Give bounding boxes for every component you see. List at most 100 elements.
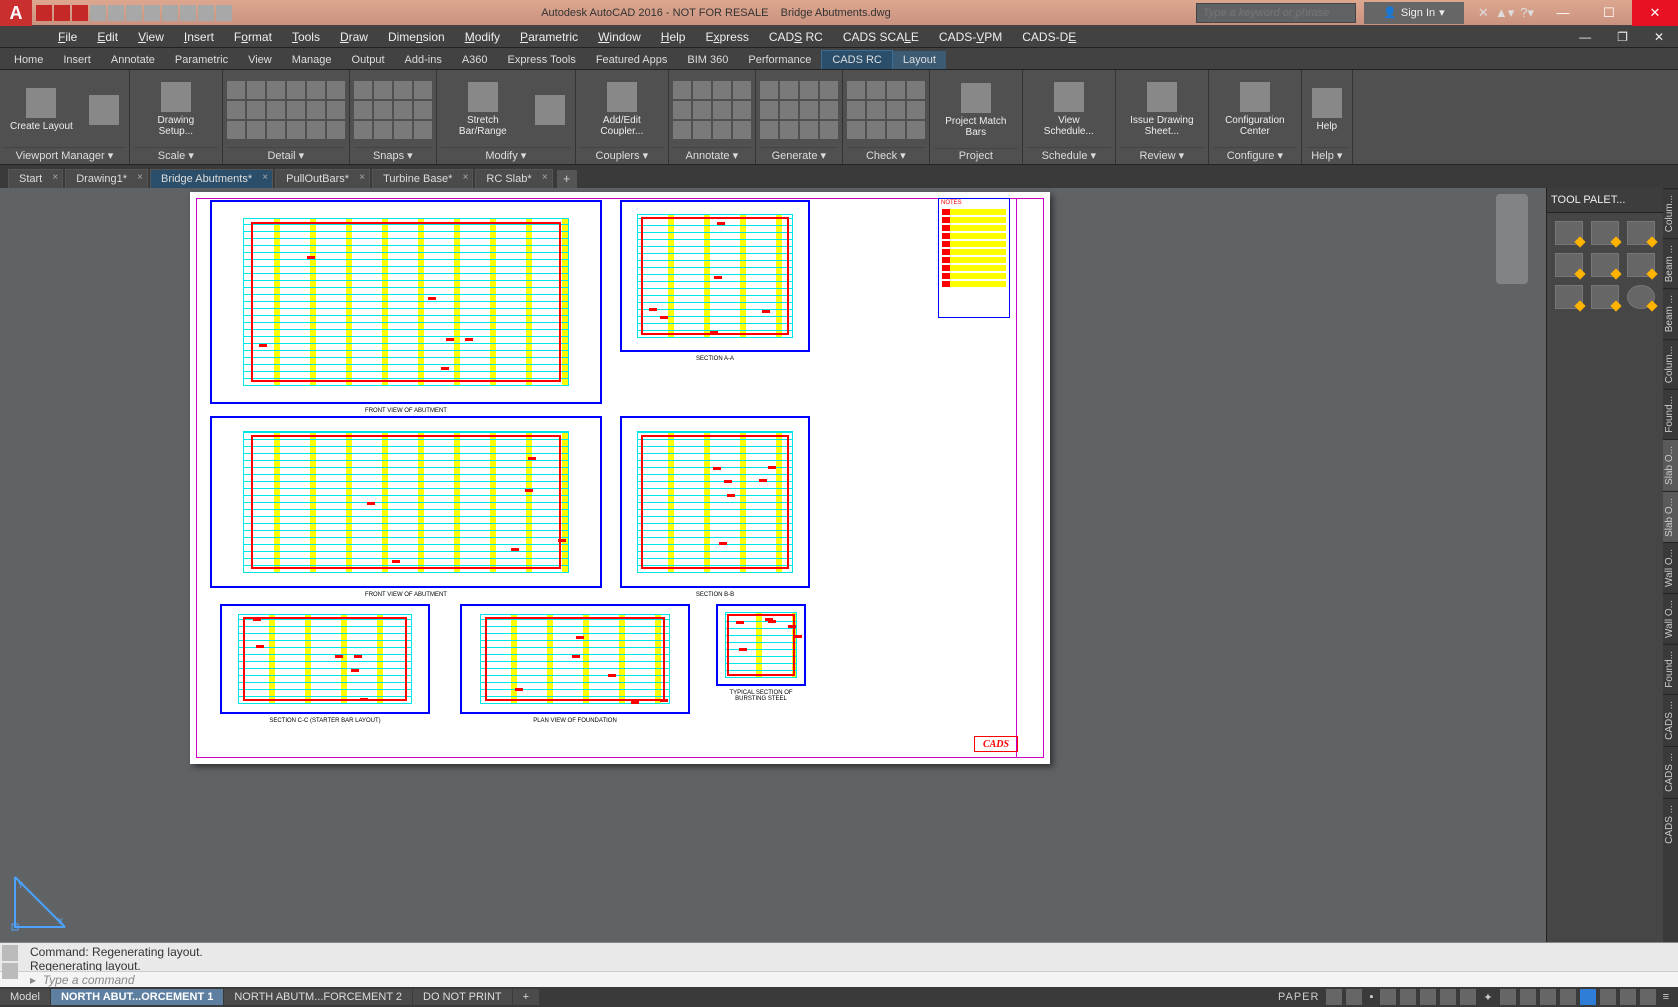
ribbon-small-button[interactable] <box>307 101 325 119</box>
ribbon-small-button[interactable] <box>673 101 691 119</box>
file-tab[interactable]: Bridge Abutments*× <box>150 169 273 188</box>
ribbon-small-button[interactable] <box>354 81 372 99</box>
ribbon-tab[interactable]: Performance <box>738 51 821 69</box>
menu-draw[interactable]: Draw <box>330 30 378 44</box>
ribbon-button[interactable]: Project Match Bars <box>934 81 1018 140</box>
cmd-handle-icon[interactable] <box>2 945 18 961</box>
ribbon-small-button[interactable] <box>354 121 372 139</box>
palette-tab[interactable]: Beam ... <box>1663 238 1678 288</box>
menu-cads-vpm[interactable]: CADS-VPM <box>929 30 1012 44</box>
menu-help[interactable]: Help <box>651 30 696 44</box>
palette-tool[interactable] <box>1591 285 1619 309</box>
layout-tab[interactable]: DO NOT PRINT <box>413 989 512 1005</box>
palette-tab[interactable]: Colum... <box>1663 188 1678 238</box>
ribbon-small-button[interactable] <box>867 121 885 139</box>
qat-save-icon[interactable] <box>144 5 160 21</box>
close-tab-icon[interactable]: × <box>359 172 365 183</box>
ribbon-panel-label[interactable]: Review ▾ <box>1120 147 1204 164</box>
ribbon-panel-label[interactable]: Check ▾ <box>847 147 925 164</box>
palette-tab[interactable]: Slab O... <box>1663 439 1678 491</box>
palette-tab[interactable]: CADS ... <box>1663 694 1678 746</box>
ribbon-small-button[interactable] <box>713 121 731 139</box>
layout-tab[interactable]: Model <box>0 989 50 1005</box>
cmd-config-icon[interactable] <box>2 963 18 979</box>
ribbon-tab[interactable]: Annotate <box>101 51 165 69</box>
ribbon-small-button[interactable] <box>780 81 798 99</box>
ribbon-small-button[interactable] <box>414 121 432 139</box>
ribbon-small-button[interactable] <box>713 81 731 99</box>
status-isoplane-icon[interactable] <box>1620 989 1636 1005</box>
drawing-canvas[interactable]: NOTES CADS FRONT VIEW OF ABUTMENTSECTION… <box>0 188 1608 942</box>
ribbon-small-button[interactable] <box>760 101 778 119</box>
ribbon-small-button[interactable] <box>414 81 432 99</box>
close-button[interactable]: ✕ <box>1632 0 1678 26</box>
status-space[interactable]: PAPER <box>1275 991 1322 1003</box>
ribbon-small-button[interactable] <box>247 121 265 139</box>
ribbon-small-button[interactable] <box>867 81 885 99</box>
exchange-icon[interactable]: ✕ <box>1478 5 1489 21</box>
doc-restore-icon[interactable]: ❐ <box>1607 30 1638 44</box>
ribbon-small-button[interactable] <box>800 81 818 99</box>
ribbon-small-button[interactable] <box>327 121 345 139</box>
ribbon-small-button[interactable] <box>820 121 838 139</box>
ribbon-button[interactable]: Drawing Setup... <box>134 80 218 139</box>
menu-cads-de[interactable]: CADS-DE <box>1012 30 1086 44</box>
palette-tab[interactable]: Wall O... <box>1663 593 1678 644</box>
ribbon-panel-label[interactable]: Couplers ▾ <box>580 147 664 164</box>
ribbon-small-button[interactable] <box>847 121 865 139</box>
ribbon-tab[interactable]: Output <box>342 51 395 69</box>
ribbon-small-button[interactable] <box>887 121 905 139</box>
ribbon-small-button[interactable] <box>307 121 325 139</box>
status-hardware-icon[interactable] <box>1600 989 1616 1005</box>
ribbon-small-button[interactable] <box>267 121 285 139</box>
ribbon-panel-label[interactable]: Annotate ▾ <box>673 147 751 164</box>
ribbon-small-button[interactable] <box>414 101 432 119</box>
autodesk-icon[interactable]: ▲▾ <box>1495 5 1514 21</box>
ribbon-button[interactable]: Issue Drawing Sheet... <box>1120 80 1204 139</box>
ribbon-small-button[interactable] <box>394 101 412 119</box>
ribbon-button[interactable]: Configuration Center <box>1213 80 1297 139</box>
ribbon-panel-label[interactable]: Project <box>934 148 1018 164</box>
ribbon-small-button[interactable] <box>247 101 265 119</box>
menu-dimension[interactable]: Dimension <box>378 30 455 44</box>
status-lock-icon[interactable] <box>1580 989 1596 1005</box>
ribbon-small-button[interactable] <box>907 101 925 119</box>
ribbon-small-button[interactable] <box>693 101 711 119</box>
file-tab[interactable]: Turbine Base*× <box>372 169 473 188</box>
ribbon-tab[interactable]: Parametric <box>165 51 238 69</box>
ribbon-tab[interactable]: Add-ins <box>395 51 452 69</box>
ribbon-tab[interactable]: Insert <box>53 51 101 69</box>
ribbon-tab[interactable]: Featured Apps <box>586 51 678 69</box>
status-menu-icon[interactable]: ≡ <box>1660 991 1672 1003</box>
ribbon-button[interactable]: Stretch Bar/Range <box>441 80 525 139</box>
ribbon-small-button[interactable] <box>287 121 305 139</box>
ribbon-small-button[interactable] <box>267 101 285 119</box>
ribbon-small-button[interactable] <box>847 101 865 119</box>
ribbon-tab[interactable]: View <box>238 51 282 69</box>
ribbon-panel-label[interactable]: Help ▾ <box>1306 147 1348 164</box>
menu-format[interactable]: Format <box>224 30 282 44</box>
maximize-button[interactable]: ☐ <box>1586 0 1632 26</box>
palette-tool[interactable] <box>1591 253 1619 277</box>
ribbon-small-button[interactable] <box>907 121 925 139</box>
menu-modify[interactable]: Modify <box>455 30 510 44</box>
ribbon-small-button[interactable] <box>374 121 392 139</box>
ribbon-small-button[interactable] <box>800 101 818 119</box>
file-tab[interactable]: Drawing1*× <box>65 169 148 188</box>
status-osnap-icon[interactable] <box>1420 989 1436 1005</box>
ribbon-small-button[interactable] <box>287 101 305 119</box>
layout-tab[interactable]: NORTH ABUT...ORCEMENT 1 <box>51 989 223 1005</box>
minimize-button[interactable]: — <box>1540 0 1586 26</box>
menu-cads-scale[interactable]: CADS SCALE <box>833 30 929 44</box>
qat-icon[interactable] <box>36 5 52 21</box>
doc-close-icon[interactable]: ✕ <box>1644 30 1674 44</box>
palette-tool[interactable] <box>1555 221 1583 245</box>
palette-tab[interactable]: Slab O... <box>1663 491 1678 543</box>
ribbon-tab[interactable]: Layout <box>893 51 946 69</box>
file-tab[interactable]: PullOutBars*× <box>275 169 370 188</box>
ribbon-small-button[interactable] <box>247 81 265 99</box>
ribbon-panel-label[interactable]: Schedule ▾ <box>1027 147 1111 164</box>
palette-tool[interactable] <box>1591 221 1619 245</box>
menu-window[interactable]: Window <box>588 30 651 44</box>
qat-icon[interactable] <box>90 5 106 21</box>
